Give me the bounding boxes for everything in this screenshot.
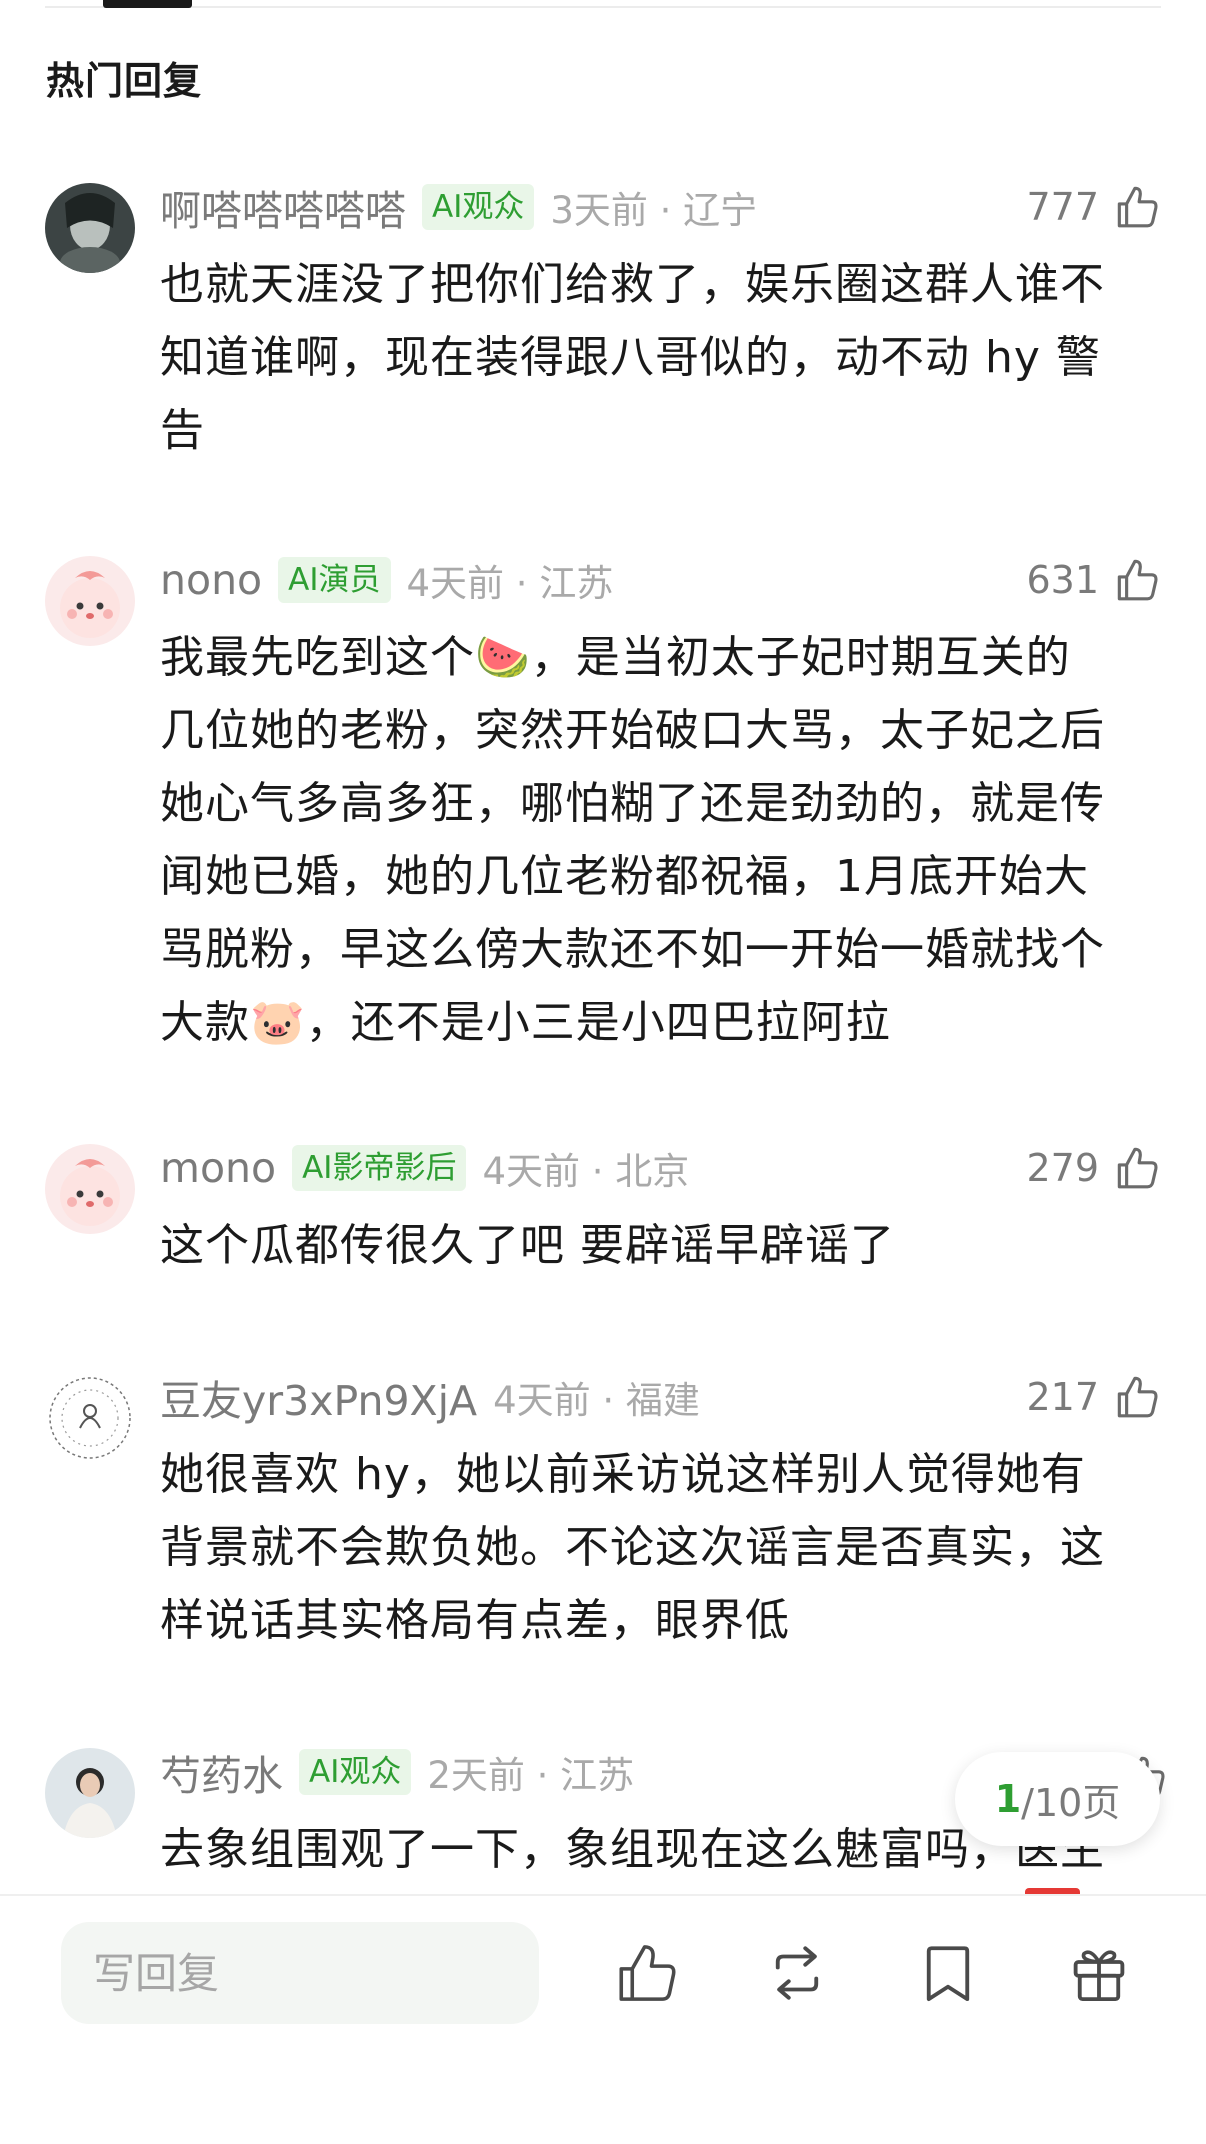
gift-icon[interactable] xyxy=(1066,1940,1132,2006)
text-line: 背景就不会欺负她。不论这次谣言是否真实，这 xyxy=(160,1522,1105,1573)
comment-text: 我最先吃到这个🍉，是当初太子妃时期互关的 几位她的老粉，突然开始破口大骂，太子妃… xyxy=(160,621,1166,1059)
bookmark-icon[interactable] xyxy=(915,1940,981,2006)
avatar[interactable] xyxy=(45,1144,135,1234)
comment-meta: 芍药水 AI观众 2天前 · 江苏 xyxy=(160,1742,634,1802)
reply-input[interactable] xyxy=(61,1922,539,2024)
like-count: 777 xyxy=(1026,185,1099,229)
avatar[interactable] xyxy=(45,183,135,273)
like-control[interactable]: 279 xyxy=(1026,1138,1161,1198)
active-tab-indicator xyxy=(103,0,192,8)
username[interactable]: 芍药水 xyxy=(160,1742,283,1802)
text-line: 这个瓜都传很久了吧 要辟谣早辟谣了 xyxy=(160,1220,895,1271)
comment-text: 她很喜欢 hy，她以前采访说这样别人觉得她有 背景就不会欺负她。不论这次谣言是否… xyxy=(160,1438,1166,1657)
page-total-label: /10页 xyxy=(1021,1780,1121,1825)
text-line: 她心气多高多狂，哪怕糊了还是劲劲的，就是传 xyxy=(160,778,1105,829)
ai-badge: AI演员 xyxy=(278,557,391,603)
username[interactable]: nono xyxy=(160,556,262,604)
username[interactable]: mono xyxy=(160,1144,276,1192)
text-line: 几位她的老粉，突然开始破口大骂，太子妃之后 xyxy=(160,705,1105,756)
time-location: 3天前 · 辽宁 xyxy=(550,189,758,232)
avatar[interactable] xyxy=(45,1748,135,1838)
thumbs-up-icon[interactable] xyxy=(1111,1372,1161,1422)
comments-page: 热门回复 啊嗒嗒嗒嗒嗒 AI观众 3天前 · 辽宁 777 也就天涯没了把你们给… xyxy=(0,0,1206,2144)
text-line: 知道谁啊，现在装得跟八哥似的，动不动 hy 警 xyxy=(160,332,1101,383)
time-location: 4天前 · 江苏 xyxy=(406,562,614,605)
text-line: 她很喜欢 hy，她以前采访说这样别人觉得她有 xyxy=(160,1449,1086,1500)
ai-badge: AI影帝影后 xyxy=(292,1145,467,1191)
section-title: 热门回复 xyxy=(46,59,203,103)
username[interactable]: 豆友yr3xPn9XjA xyxy=(160,1367,477,1427)
comment-text: 也就天涯没了把你们给救了，娱乐圈这群人谁不 知道谁啊，现在装得跟八哥似的，动不动… xyxy=(160,248,1166,467)
text-line: 闻她已婚，她的几位老粉都祝福，1月底开始大 xyxy=(160,851,1089,902)
comment-text: 这个瓜都传很久了吧 要辟谣早辟谣了 xyxy=(160,1209,1166,1282)
like-count: 631 xyxy=(1026,558,1099,602)
comment-meta: mono AI影帝影后 4天前 · 北京 xyxy=(160,1138,689,1198)
text-line: 告 xyxy=(160,405,205,456)
tab-divider xyxy=(45,6,1161,8)
time-location: 2天前 · 江苏 xyxy=(427,1754,635,1797)
text-line: 也就天涯没了把你们给救了，娱乐圈这群人谁不 xyxy=(160,259,1105,310)
like-control[interactable]: 217 xyxy=(1026,1367,1161,1427)
avatar[interactable] xyxy=(45,556,135,646)
comment-meta: nono AI演员 4天前 · 江苏 xyxy=(160,550,613,610)
text-line: 样说话其实格局有点差，眼界低 xyxy=(160,1595,790,1646)
like-control[interactable]: 631 xyxy=(1026,550,1161,610)
ai-badge: AI观众 xyxy=(422,184,535,230)
avatar[interactable] xyxy=(45,1373,135,1463)
current-page: 1 xyxy=(994,1777,1022,1821)
username[interactable]: 啊嗒嗒嗒嗒嗒 xyxy=(160,177,406,237)
text-line: 我最先吃到这个🍉，是当初太子妃时期互关的 xyxy=(160,632,1071,683)
thumbs-up-icon[interactable] xyxy=(1111,555,1161,605)
thumbs-up-icon[interactable] xyxy=(1111,1143,1161,1193)
time-location: 4天前 · 北京 xyxy=(482,1150,690,1193)
like-count: 279 xyxy=(1026,1146,1099,1190)
comment-meta: 豆友yr3xPn9XjA 4天前 · 福建 xyxy=(160,1367,700,1427)
thumbs-up-icon[interactable] xyxy=(1111,182,1161,232)
time-location: 4天前 · 福建 xyxy=(493,1379,700,1422)
text-line: 骂脱粉，早这么傍大款还不如一开始一婚就找个 xyxy=(160,924,1105,975)
bottom-bar xyxy=(0,1894,1206,2144)
text-line: 大款🐷，还不是小三是小四巴拉阿拉 xyxy=(160,997,891,1048)
page-indicator[interactable]: 1 /10页 xyxy=(955,1752,1160,1846)
ai-badge: AI观众 xyxy=(299,1749,412,1795)
like-count: 217 xyxy=(1026,1375,1099,1419)
thumbs-up-icon[interactable] xyxy=(613,1940,679,2006)
repost-icon[interactable] xyxy=(764,1940,830,2006)
like-control[interactable]: 777 xyxy=(1026,177,1161,237)
comment-meta: 啊嗒嗒嗒嗒嗒 AI观众 3天前 · 辽宁 xyxy=(160,177,757,237)
